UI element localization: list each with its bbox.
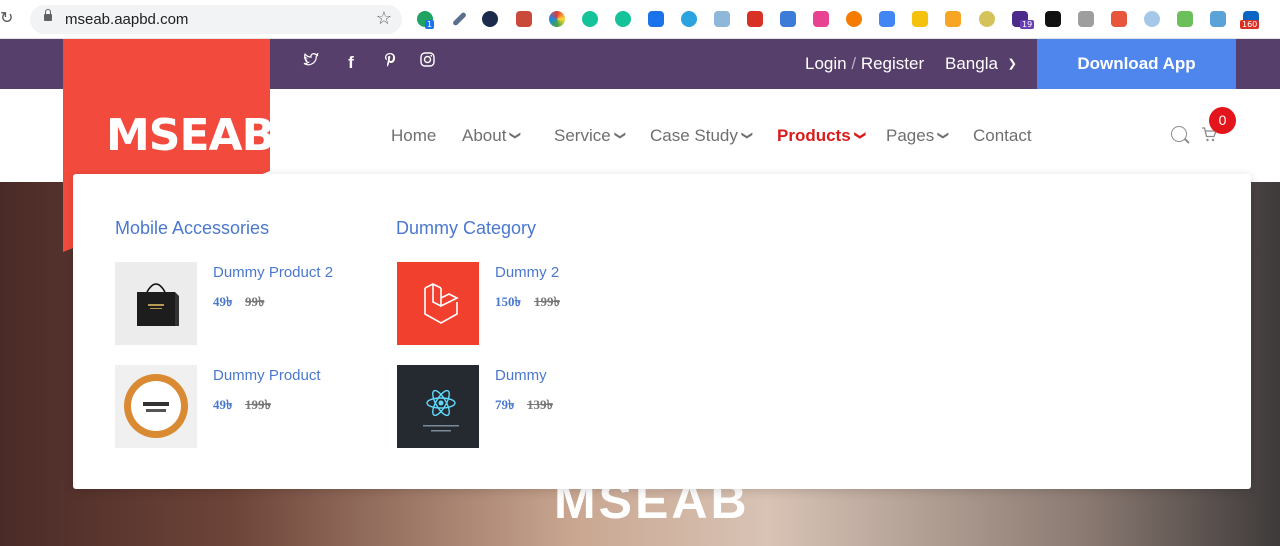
extension-badge: 1 [425,20,435,29]
bookmark-icon[interactable] [648,11,664,27]
instagram-icon[interactable] [416,52,438,74]
eyedropper-icon[interactable] [452,11,467,27]
extension-badge: 160 [1240,20,1260,29]
extension-icon[interactable]: 1 [417,11,435,29]
translate-icon[interactable] [879,11,895,27]
graduation-cap-icon[interactable]: 19 [1012,11,1035,29]
product-price: 49৳ [213,294,233,309]
extension-icon[interactable] [846,11,862,27]
logo-text: MSEAB [106,110,275,161]
twitter-icon[interactable] [300,52,322,74]
product-thumbnail[interactable] [397,262,479,345]
nav-label: Products [777,126,851,145]
login-register-link[interactable]: Login / Register [805,54,924,74]
chevron-down-icon: ❯ [509,130,522,141]
lock-icon [44,9,52,21]
reload-icon[interactable]: ↻ [0,9,18,29]
browser-toolbar: ↻ mseab.aapbd.com ☆ 1 19 160 [0,0,1280,39]
facebook-icon[interactable]: f [340,52,362,74]
extension-icon[interactable] [714,11,730,27]
extension-icon[interactable] [945,11,961,27]
search-icon[interactable] [1171,126,1187,142]
android-icon[interactable] [1177,11,1193,27]
extension-icon[interactable] [1210,11,1226,27]
grammarly-icon[interactable] [615,11,631,27]
product-old-price: 199৳ [534,294,560,309]
grammarly-icon[interactable] [582,11,598,27]
check-icon[interactable] [482,11,498,27]
product-price: 49৳ [213,397,233,412]
product-name-link[interactable]: Dummy Product 2 [213,264,333,281]
product-name-link[interactable]: Dummy 2 [495,264,559,281]
pinterest-icon[interactable] [379,52,401,74]
nav-label: Home [391,126,437,145]
nav-label: Case Study [650,126,738,145]
category-title[interactable]: Dummy Category [396,218,536,239]
language-selector[interactable]: Bangla ❯ [945,54,1017,74]
product-name-link[interactable]: Dummy [495,367,547,384]
nav-label: Contact [973,126,1032,145]
product-old-price: 139৳ [527,397,553,412]
color-wheel-icon[interactable] [549,11,565,27]
login-link[interactable]: Login [805,54,847,73]
extension-icon[interactable] [516,11,532,27]
asterisk-icon[interactable] [813,11,829,27]
extension-icon[interactable] [1111,11,1127,27]
products-mega-menu: Mobile Accessories Dummy Product 2 49৳ 9… [73,174,1251,489]
address-bar[interactable]: mseab.aapbd.com ☆ [30,5,402,34]
linkedin-icon[interactable]: 160 [1240,11,1260,29]
chevron-down-icon: ❯ [1007,58,1017,70]
product-name-link[interactable]: Dummy Product [213,367,321,384]
language-label: Bangla [945,54,998,73]
product-old-price: 99৳ [245,294,265,309]
product-price: 79৳ [495,397,515,412]
extension-badge: 19 [1020,20,1035,29]
nav-home[interactable]: Home [391,126,436,146]
nav-service[interactable]: Service ❯ [554,126,626,146]
nav-label: Service [554,126,611,145]
extension-icon[interactable] [780,11,796,27]
product-old-price: 199৳ [245,397,271,412]
telegram-icon[interactable] [681,11,697,27]
extension-icon[interactable] [1045,11,1061,27]
nav-about[interactable]: About ❯ [462,126,522,146]
nav-contact[interactable]: Contact [973,126,1032,146]
chevron-down-icon: ❯ [853,130,866,141]
extension-icon[interactable] [912,11,928,27]
url-text: mseab.aapbd.com [65,11,189,28]
product-thumbnail[interactable] [115,262,197,345]
react-devtools-icon[interactable] [1144,11,1160,27]
download-icon[interactable] [1078,11,1094,27]
register-link[interactable]: Register [861,54,924,73]
nav-label: About [462,126,507,145]
product-thumbnail[interactable] [115,365,197,448]
extension-icon[interactable] [747,11,763,27]
extension-icon[interactable] [979,11,995,27]
chevron-down-icon: ❯ [741,130,753,141]
product-price: 150৳ [495,294,521,309]
bookmark-star-icon[interactable]: ☆ [376,8,392,29]
cart-count-badge: 0 [1209,107,1236,134]
nav-label: Pages [886,126,935,145]
download-app-button[interactable]: Download App [1037,39,1236,89]
chevron-down-icon: ❯ [613,130,626,141]
product-thumbnail[interactable] [397,365,479,448]
chevron-down-icon: ❯ [937,130,950,141]
nav-case-study[interactable]: Case Study ❯ [650,126,753,146]
login-separator: / [851,54,857,73]
nav-products[interactable]: Products ❯ [777,126,866,146]
nav-pages[interactable]: Pages ❯ [886,126,950,146]
category-title[interactable]: Mobile Accessories [115,218,269,239]
